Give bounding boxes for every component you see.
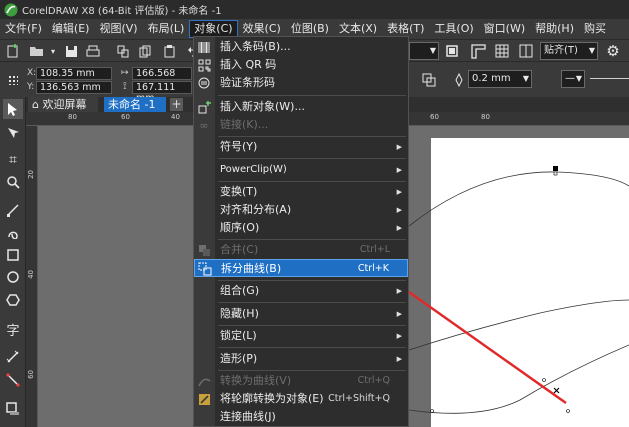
menu-item-label: 造形(P)	[220, 352, 258, 365]
submenu-arrow-icon: ▶	[396, 206, 402, 214]
menu-item-shortcut: Ctrl+K	[357, 263, 389, 274]
selection-handle	[553, 166, 558, 171]
menu-separator	[218, 302, 406, 303]
menu-item-verify-barcode[interactable]: 验证条形码	[194, 74, 408, 92]
submenu-arrow-icon: ▶	[396, 224, 402, 232]
submenu-arrow-icon: ▶	[396, 332, 402, 340]
menu-item-label: 组合(G)	[220, 284, 260, 297]
menu-item-label: 合并(C)	[220, 243, 259, 256]
middle-curve	[408, 299, 629, 351]
submenu-arrow-icon: ▶	[396, 188, 402, 196]
menu-separator	[218, 325, 406, 326]
menu-item-label: 连接曲线(J)	[220, 410, 276, 423]
menu-item-label: 隐藏(H)	[220, 307, 259, 320]
menu-separator	[218, 347, 406, 348]
link-icon: ∞	[199, 118, 209, 132]
qr-code-icon	[196, 57, 212, 73]
upper-curve	[408, 171, 629, 227]
menu-item-lock[interactable]: 锁定(L) ▶	[194, 327, 408, 345]
menu-item-label: 符号(Y)	[220, 140, 258, 153]
outline-to-object-icon	[196, 391, 212, 407]
break-apart-icon	[197, 261, 213, 277]
menu-separator	[218, 280, 406, 281]
menu-item-convert-to-curves[interactable]: 转换为曲线(V) Ctrl+Q	[194, 372, 408, 390]
combine-icon	[196, 242, 212, 258]
submenu-arrow-icon: ▶	[396, 143, 402, 151]
menu-separator	[218, 95, 406, 96]
menu-item-break-apart[interactable]: 拆分曲线(B) Ctrl+K	[194, 259, 408, 277]
menu-item-insert-object[interactable]: 插入新对象(W)...	[194, 98, 408, 116]
menu-item-symbol[interactable]: 符号(Y) ▶	[194, 138, 408, 156]
menu-item-link[interactable]: ∞ 链接(K)...	[194, 116, 408, 134]
menu-item-hide[interactable]: 隐藏(H) ▶	[194, 305, 408, 323]
curve-node	[542, 378, 546, 382]
menu-item-group[interactable]: 组合(G) ▶	[194, 282, 408, 300]
curve-node	[566, 409, 570, 413]
menu-item-label: 插入条码(B)...	[220, 40, 291, 53]
menu-item-label: 插入 QR 码	[220, 58, 277, 71]
menu-item-align-distribute[interactable]: 对齐和分布(A) ▶	[194, 201, 408, 219]
menu-item-shortcut: Ctrl+L	[359, 244, 390, 255]
submenu-arrow-icon: ▶	[396, 310, 402, 318]
menu-item-insert-barcode[interactable]: 插入条码(B)...	[194, 38, 408, 56]
menu-item-label: 对齐和分布(A)	[220, 203, 292, 216]
menu-item-label: 变换(T)	[220, 185, 258, 198]
menu-item-outline-to-object[interactable]: 将轮廓转换为对象(E) Ctrl+Shift+Q	[194, 390, 408, 408]
menu-item-shortcut: Ctrl+Q	[357, 375, 390, 386]
annotation-arrow	[381, 271, 567, 405]
submenu-arrow-icon: ▶	[396, 355, 402, 363]
center-marker	[553, 387, 560, 394]
menu-item-insert-qr[interactable]: 插入 QR 码	[194, 56, 408, 74]
menu-item-label: 锁定(L)	[220, 329, 257, 342]
verify-barcode-icon	[196, 75, 212, 91]
menu-item-combine[interactable]: 合并(C) Ctrl+L	[194, 241, 408, 259]
curve-node	[430, 409, 434, 413]
convert-curve-icon	[196, 373, 212, 389]
menu-item-powerclip[interactable]: PowerClip(W) ▶	[194, 161, 408, 179]
submenu-arrow-icon: ▶	[396, 166, 402, 174]
menu-item-label: 验证条形码	[220, 76, 275, 89]
menu-separator	[218, 158, 406, 159]
menu-item-shaping[interactable]: 造形(P) ▶	[194, 350, 408, 368]
menu-item-label: 拆分曲线(B)	[221, 262, 282, 275]
menu-item-label: 顺序(O)	[220, 221, 260, 234]
menu-separator	[218, 239, 406, 240]
menu-separator	[218, 136, 406, 137]
menu-item-shortcut: Ctrl+Shift+Q	[328, 393, 390, 404]
submenu-arrow-icon: ▶	[396, 287, 402, 295]
menu-item-label: 转换为曲线(V)	[220, 374, 292, 387]
menu-item-label: 链接(K)...	[220, 118, 269, 131]
insert-object-icon	[196, 99, 212, 115]
lower-curve	[408, 344, 629, 414]
menu-item-label: 插入新对象(W)...	[220, 100, 305, 113]
menu-item-label: 将轮廓转换为对象(E)	[220, 392, 324, 405]
menu-item-transform[interactable]: 变换(T) ▶	[194, 183, 408, 201]
menu-separator	[218, 181, 406, 182]
menu-item-order[interactable]: 顺序(O) ▶	[194, 219, 408, 237]
menu-separator	[218, 370, 406, 371]
menu-item-join-curves[interactable]: 连接曲线(J)	[194, 408, 408, 426]
menu-item-label: PowerClip(W)	[220, 164, 287, 175]
selection-node	[553, 171, 558, 176]
object-menu-dropdown: 插入条码(B)... 插入 QR 码 验证条形码 插入新对象(W)... ∞ 链…	[193, 36, 409, 427]
barcode-icon	[196, 39, 212, 55]
